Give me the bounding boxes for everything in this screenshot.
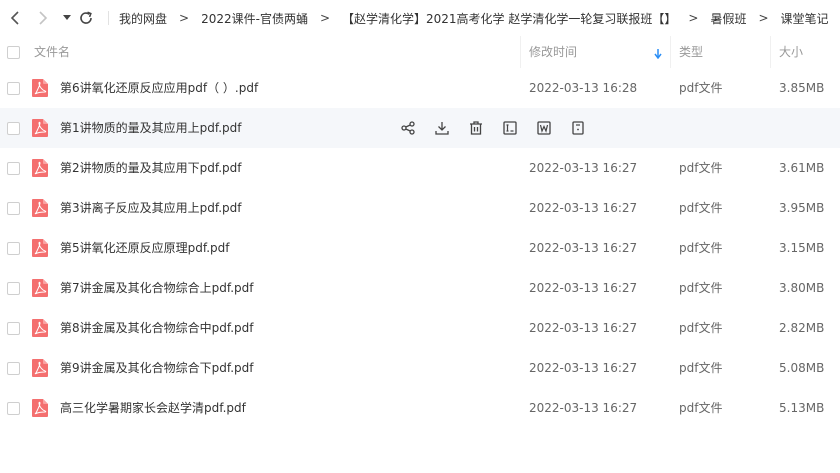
file-row[interactable]: 第3讲离子反应及其应用上pdf.pdf 2022-03-13 16:27 pdf…	[0, 188, 840, 228]
column-header-size[interactable]: 大小	[779, 36, 803, 68]
pdf-file-icon	[32, 119, 48, 137]
column-header-type[interactable]: 类型	[679, 36, 703, 68]
file-row[interactable]: 第5讲氧化还原反应原理pdf.pdf 2022-03-13 16:27 pdf文…	[0, 228, 840, 268]
select-all-checkbox[interactable]	[7, 46, 20, 59]
file-type: pdf文件	[679, 161, 723, 175]
word-icon[interactable]	[527, 108, 561, 148]
file-name[interactable]: 第6讲氧化还原反应应用pdf（ ）.pdf	[60, 68, 258, 108]
file-modified-time: 2022-03-13 16:27	[529, 281, 638, 295]
navigation-bar: 我的网盘 >2022课件-官债两蛹 > 【赵学清化学】2021高考化学 赵学清化学一轮…	[0, 0, 840, 36]
row-checkbox[interactable]	[7, 282, 20, 295]
file-type: pdf文件	[679, 281, 723, 295]
rename-icon[interactable]	[493, 108, 527, 148]
file-name[interactable]: 第5讲氧化还原反应原理pdf.pdf	[60, 228, 230, 268]
file-size: 3.61MB	[779, 161, 825, 175]
pdf-file-icon	[32, 359, 48, 377]
file-name[interactable]: 第2讲物质的量及其应用下pdf.pdf	[60, 148, 242, 188]
file-modified-time: 2022-03-13 16:27	[529, 401, 638, 415]
file-type: pdf文件	[679, 201, 723, 215]
row-checkbox[interactable]	[7, 202, 20, 215]
column-header-name[interactable]: 文件名	[34, 36, 70, 68]
file-type: pdf文件	[679, 241, 723, 255]
row-checkbox[interactable]	[7, 322, 20, 335]
row-checkbox[interactable]	[7, 402, 20, 415]
file-list-header: 文件名 修改时间 类型 大小	[0, 36, 840, 68]
file-modified-time: 2022-03-13 16:27	[529, 241, 638, 255]
arrow-down-icon[interactable]	[654, 48, 662, 62]
breadcrumb-separator: >	[688, 11, 699, 25]
file-row[interactable]: 第1讲物质的量及其应用上pdf.pdf	[0, 108, 840, 148]
file-size: 3.15MB	[779, 241, 825, 255]
file-row[interactable]: 第9讲金属及其化合物综合下pdf.pdf 2022-03-13 16:27 pd…	[0, 348, 840, 388]
row-checkbox[interactable]	[7, 122, 20, 135]
pdf-file-icon	[32, 319, 48, 337]
file-modified-time: 2022-03-13 16:27	[529, 321, 638, 335]
pdf-file-icon	[32, 279, 48, 297]
row-actions	[391, 108, 595, 148]
file-size: 3.85MB	[779, 81, 825, 95]
file-modified-time: 2022-03-13 16:27	[529, 161, 638, 175]
file-type: pdf文件	[679, 361, 723, 375]
caret-down-icon[interactable]	[60, 6, 74, 30]
column-divider	[770, 36, 771, 68]
row-checkbox[interactable]	[7, 162, 20, 175]
file-name[interactable]: 第9讲金属及其化合物综合下pdf.pdf	[60, 348, 254, 388]
row-checkbox[interactable]	[7, 82, 20, 95]
file-name[interactable]: 高三化学暑期家长会赵学清pdf.pdf	[60, 388, 246, 428]
pdf-file-icon	[32, 199, 48, 217]
file-size: 5.13MB	[779, 401, 825, 415]
breadcrumb-separator: >	[319, 11, 331, 25]
download-icon[interactable]	[425, 108, 459, 148]
pdf-file-icon	[32, 159, 48, 177]
refresh-icon[interactable]	[76, 6, 96, 30]
file-name[interactable]: 第8讲金属及其化合物综合中pdf.pdf	[60, 308, 254, 348]
column-divider	[670, 36, 671, 68]
file-name[interactable]: 第3讲离子反应及其应用上pdf.pdf	[60, 188, 242, 228]
file-size: 3.95MB	[779, 201, 825, 215]
file-size: 2.82MB	[779, 321, 825, 335]
file-type: pdf文件	[679, 321, 723, 335]
row-checkbox[interactable]	[7, 242, 20, 255]
more-icon[interactable]	[561, 108, 595, 148]
breadcrumb-item[interactable]: 我的网盘	[119, 10, 167, 27]
chevron-right-icon[interactable]	[32, 6, 54, 30]
file-row[interactable]: 高三化学暑期家长会赵学清pdf.pdf 2022-03-13 16:27 pdf…	[0, 388, 840, 428]
delete-icon[interactable]	[459, 108, 493, 148]
file-type: pdf文件	[679, 81, 723, 95]
breadcrumb-separator: >	[179, 11, 190, 25]
pdf-file-icon	[32, 79, 48, 97]
file-name[interactable]: 第1讲物质的量及其应用上pdf.pdf	[60, 108, 242, 148]
file-type: pdf文件	[679, 401, 723, 415]
file-row[interactable]: 第8讲金属及其化合物综合中pdf.pdf 2022-03-13 16:27 pd…	[0, 308, 840, 348]
file-size: 3.80MB	[779, 281, 825, 295]
chevron-left-icon[interactable]	[4, 6, 26, 30]
share-icon[interactable]	[391, 108, 425, 148]
file-row[interactable]: 第7讲金属及其化合物综合上pdf.pdf 2022-03-13 16:27 pd…	[0, 268, 840, 308]
pdf-file-icon	[32, 399, 48, 417]
pdf-file-icon	[32, 239, 48, 257]
file-modified-time: 2022-03-13 16:27	[529, 201, 638, 215]
breadcrumb-item[interactable]: 暑假班	[710, 10, 746, 27]
row-checkbox[interactable]	[7, 362, 20, 375]
breadcrumb: 我的网盘 >2022课件-官债两蛹 > 【赵学清化学】2021高考化学 赵学清化学一轮…	[119, 10, 829, 27]
file-size: 5.08MB	[779, 361, 825, 375]
breadcrumb-item[interactable]: 课堂笔记	[781, 10, 829, 27]
file-modified-time: 2022-03-13 16:28	[529, 81, 638, 95]
file-modified-time: 2022-03-13 16:27	[529, 361, 638, 375]
breadcrumb-separator: >	[758, 11, 769, 25]
column-header-modified[interactable]: 修改时间	[529, 36, 577, 68]
file-name[interactable]: 第7讲金属及其化合物综合上pdf.pdf	[60, 268, 254, 308]
breadcrumb-item[interactable]: 2022课件-官债两蛹	[201, 10, 308, 27]
divider	[108, 11, 109, 25]
breadcrumb-item[interactable]: 【赵学清化学】2021高考化学 赵学清化学一轮复习联报班【】	[342, 10, 676, 27]
file-row[interactable]: 第2讲物质的量及其应用下pdf.pdf 2022-03-13 16:27 pdf…	[0, 148, 840, 188]
column-divider	[520, 36, 521, 68]
file-row[interactable]: 第6讲氧化还原反应应用pdf（ ）.pdf 2022-03-13 16:28 p…	[0, 68, 840, 108]
